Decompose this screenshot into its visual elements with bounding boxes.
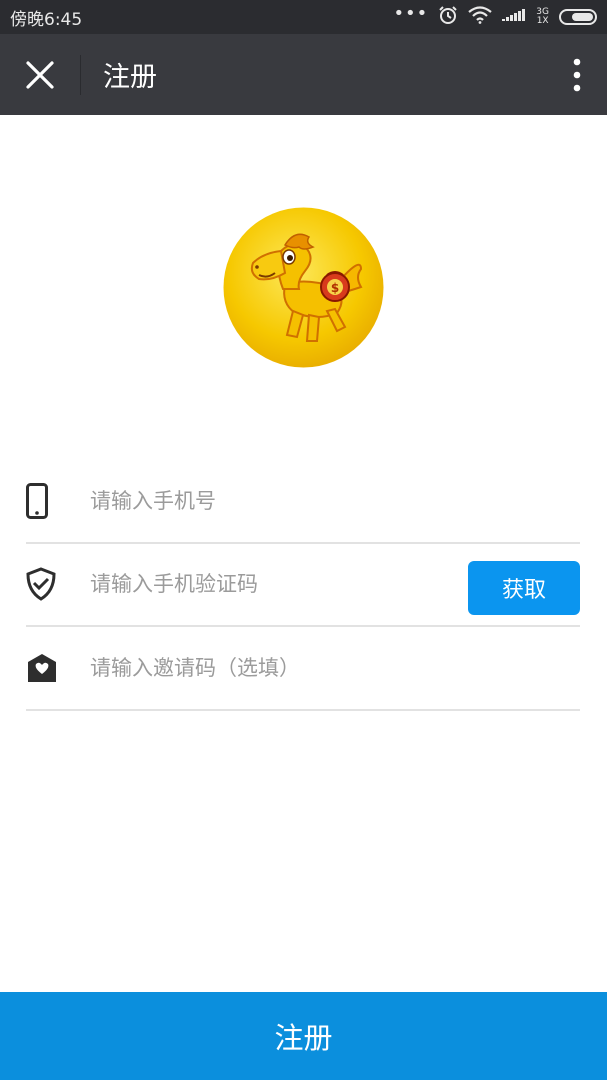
title-divider xyxy=(80,54,81,95)
get-code-button[interactable]: 获取 xyxy=(468,561,580,615)
close-icon xyxy=(26,60,54,89)
phone-icon xyxy=(26,481,66,521)
status-bar: 傍晚6:45 ••• 3G 1X xyxy=(0,0,607,34)
invite-code-input[interactable] xyxy=(90,638,580,698)
shield-check-icon xyxy=(26,564,66,604)
status-time: 傍晚6:45 xyxy=(10,9,83,30)
phone-row xyxy=(26,460,580,544)
title-bar: 注册 xyxy=(0,34,607,115)
status-icons: ••• 3G 1X xyxy=(393,5,597,30)
page-title: 注册 xyxy=(103,62,157,93)
wifi-icon xyxy=(468,5,492,29)
code-row: 获取 xyxy=(26,543,580,627)
network-type-bottom: 1X xyxy=(536,16,549,26)
envelope-heart-icon xyxy=(26,648,66,688)
more-icon xyxy=(573,58,581,91)
more-notifications-icon: ••• xyxy=(393,3,429,24)
battery-fill xyxy=(572,13,593,21)
svg-text:$: $ xyxy=(331,281,339,295)
alarm-icon xyxy=(438,5,458,30)
network-type: 3G 1X xyxy=(536,8,549,26)
verification-code-input[interactable] xyxy=(90,554,468,614)
signal-icon xyxy=(502,7,526,28)
close-button[interactable] xyxy=(0,34,80,115)
invite-row xyxy=(26,627,580,711)
more-menu-button[interactable] xyxy=(547,34,607,115)
register-button[interactable]: 注册 xyxy=(0,992,607,1080)
phone-input[interactable] xyxy=(90,471,580,531)
battery-icon xyxy=(559,9,597,25)
app-logo: $ xyxy=(223,207,384,368)
